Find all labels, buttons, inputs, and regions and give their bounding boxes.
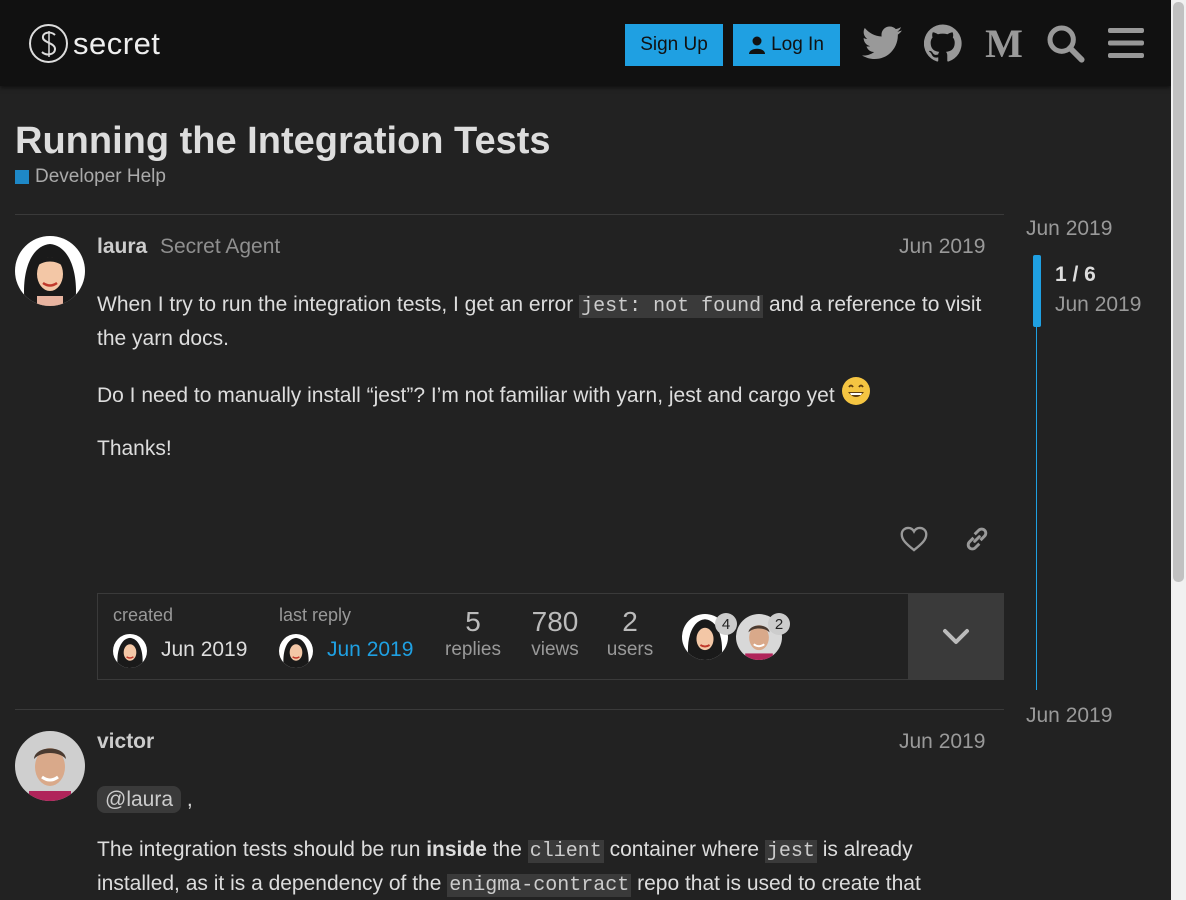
like-heart-icon[interactable]: [899, 524, 929, 554]
inline-code: enigma-contract: [447, 874, 632, 897]
timeline-position-date: Jun 2019: [1055, 293, 1142, 316]
post-body: When I try to run the integration tests,…: [97, 289, 987, 486]
post-text: container where: [603, 838, 765, 861]
user-icon: [749, 36, 766, 54]
bold-text: inside: [426, 838, 487, 861]
post-author-name[interactable]: laura: [97, 235, 147, 259]
inline-code: client: [527, 840, 604, 863]
post-text: Do I need to manually install “jest”? I’…: [97, 384, 841, 407]
sign-up-button[interactable]: Sign Up: [625, 24, 723, 66]
replies-label: replies: [445, 639, 501, 660]
users-label: users: [606, 639, 654, 660]
post-text: repo that is used to create that: [631, 872, 921, 895]
logo-text: secret: [73, 25, 161, 61]
created-label: created: [113, 605, 174, 625]
inline-code: jest: [764, 840, 817, 863]
timeline-start-date[interactable]: Jun 2019: [1026, 217, 1112, 241]
avatar-laura-small[interactable]: [279, 634, 313, 668]
timeline-end-date[interactable]: Jun 2019: [1026, 704, 1112, 728]
grinning-emoji-icon: [841, 377, 870, 405]
participant-post-count-badge: 4: [715, 613, 737, 635]
github-icon[interactable]: [921, 21, 965, 65]
last-reply-label: last reply: [279, 605, 352, 625]
post-divider: [15, 709, 1004, 710]
post-text: the: [486, 838, 528, 861]
post-paragraph: @laura ,: [97, 784, 987, 816]
menu-icon[interactable]: [1104, 21, 1148, 65]
participant-post-count-badge: 2: [768, 613, 790, 635]
site-header: secret Sign Up Log In M: [0, 0, 1171, 86]
search-icon[interactable]: [1043, 21, 1087, 65]
logo-mark-icon: [29, 24, 68, 63]
post-paragraph: When I try to run the integration tests,…: [97, 289, 987, 355]
topic-map: created Jun 2019 last reply Jun 2019 5 r…: [97, 593, 1004, 680]
post-date[interactable]: Jun 2019: [899, 730, 985, 754]
category-label: Developer Help: [35, 166, 166, 187]
post-date[interactable]: Jun 2019: [899, 235, 985, 259]
timeline-position: 1 / 6: [1055, 263, 1096, 286]
avatar-laura[interactable]: [15, 236, 85, 306]
post-paragraph: The integration tests should be run insi…: [97, 834, 987, 900]
post-author-name[interactable]: victor: [97, 730, 154, 754]
post-user-title: Secret Agent: [160, 235, 281, 258]
medium-icon[interactable]: M: [982, 21, 1026, 66]
category-color-swatch: [15, 170, 29, 184]
avatar-victor[interactable]: [15, 731, 85, 801]
post-paragraph: Do I need to manually install “jest”? I’…: [97, 376, 987, 412]
avatar-laura-small[interactable]: [113, 634, 147, 668]
log-in-button[interactable]: Log In: [733, 24, 840, 66]
views-label: views: [531, 639, 579, 660]
sign-up-label: Sign Up: [640, 34, 708, 55]
post-text: The integration tests should be run: [97, 838, 427, 861]
log-in-label: Log In: [771, 34, 824, 55]
users-count: 2: [622, 606, 638, 637]
post-text: When I try to run the integration tests,…: [97, 293, 580, 316]
last-reply-date[interactable]: Jun 2019: [327, 638, 413, 662]
post-paragraph: Thanks!: [97, 433, 987, 465]
scrollbar-thumb[interactable]: [1173, 2, 1184, 582]
post-text: Thanks!: [97, 437, 172, 460]
share-link-icon[interactable]: [962, 524, 992, 554]
views-count: 780: [531, 606, 579, 637]
post-body: @laura , The integration tests should be…: [97, 784, 987, 900]
created-date: Jun 2019: [161, 638, 248, 661]
twitter-icon[interactable]: [860, 21, 904, 65]
post-divider: [15, 214, 1004, 215]
category-badge[interactable]: Developer Help: [15, 166, 166, 188]
site-logo[interactable]: secret: [29, 24, 160, 63]
page-scrollbar[interactable]: [1171, 0, 1186, 900]
chevron-down-icon: [943, 628, 969, 644]
user-mention-link[interactable]: @laura: [97, 786, 182, 813]
inline-code: jest: not found: [579, 295, 764, 318]
topic-title[interactable]: Running the Integration Tests: [15, 120, 551, 163]
post-text: ,: [181, 788, 193, 811]
replies-count: 5: [465, 606, 481, 637]
expand-topic-map-button[interactable]: [908, 594, 1004, 679]
timeline-scroll-handle[interactable]: [1033, 255, 1041, 327]
